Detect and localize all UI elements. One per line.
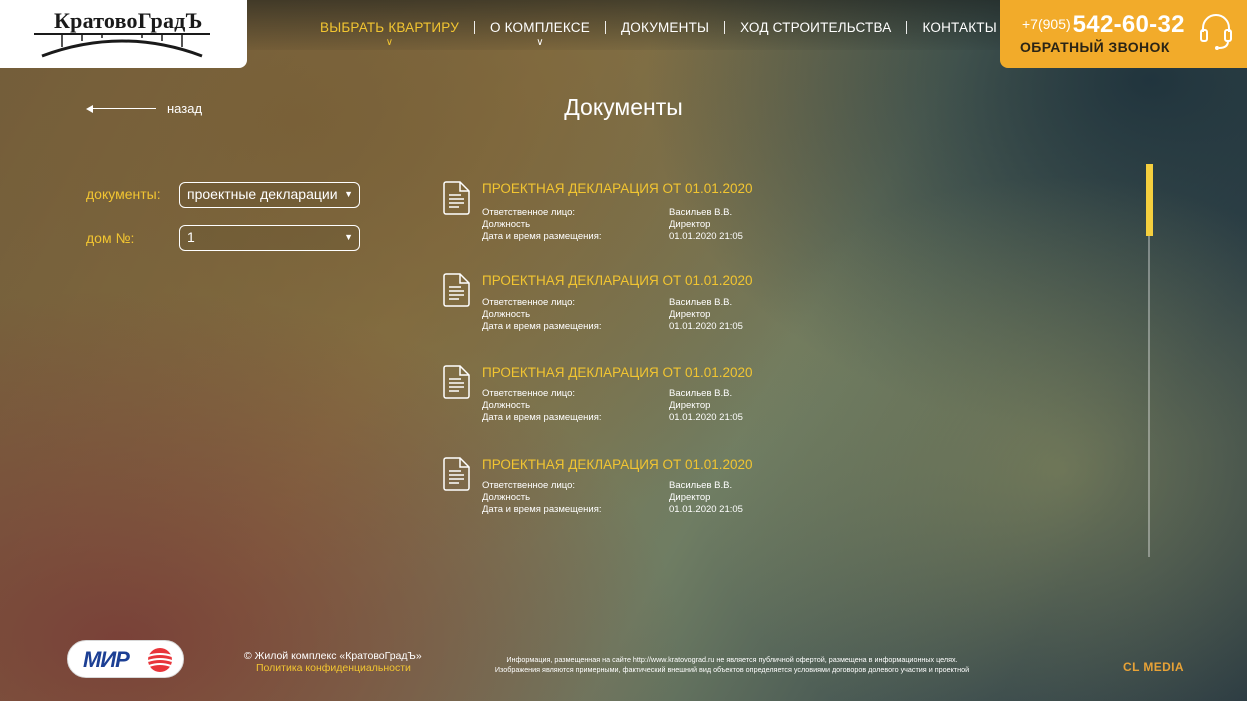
posted-date-label: Дата и время размещения: — [482, 412, 602, 423]
house-number-value: 1 — [187, 229, 195, 245]
page-title: Документы — [564, 94, 683, 120]
privacy-policy-link[interactable]: Политика конфиденциальности — [256, 662, 411, 674]
developer-link[interactable]: CL MEDIA — [1123, 660, 1184, 674]
position-value: Директор — [669, 492, 711, 503]
responsible-value: Васильев В.В. — [669, 388, 733, 399]
position-value: Директор — [669, 219, 711, 230]
mir-globe-icon — [147, 648, 173, 672]
document-icon[interactable] — [443, 365, 470, 399]
document-title-link[interactable]: ПРОЕКТНАЯ ДЕКЛАРАЦИЯ ОТ 01.01.2020 — [482, 181, 753, 196]
responsible-value: Васильев В.В. — [669, 297, 733, 308]
document-item: ПРОЕКТНАЯ ДЕКЛАРАЦИЯ ОТ 01.01.2020 Ответ… — [443, 457, 863, 527]
site-logo[interactable]: КратовоГрадЪ — [0, 0, 247, 68]
documents-filter-label: документы: — [86, 186, 161, 202]
document-icon[interactable] — [443, 457, 470, 491]
document-title-link[interactable]: ПРОЕКТНАЯ ДЕКЛАРАЦИЯ ОТ 01.01.2020 — [482, 365, 753, 380]
responsible-label: Ответственное лицо: — [482, 207, 576, 218]
nav-item-contacts[interactable]: Контакты — [907, 20, 1011, 35]
position-label: Должность — [482, 492, 531, 503]
disclaimer-line: Изображения являются примерными, фактиче… — [494, 664, 970, 674]
document-title-link[interactable]: ПРОЕКТНАЯ ДЕКЛАРАЦИЯ ОТ 01.01.2020 — [482, 457, 753, 472]
nav-item-label: Контакты — [922, 19, 997, 35]
posted-date-label: Дата и время размещения: — [482, 504, 602, 515]
responsible-value: Васильев В.В. — [669, 480, 733, 491]
house-number-select[interactable]: 1 ▼ — [179, 225, 360, 251]
position-label: Должность — [482, 400, 531, 411]
document-title-link[interactable]: ПРОЕКТНАЯ ДЕКЛАРАЦИЯ ОТ 01.01.2020 — [482, 273, 753, 288]
main-nav: Выбрать квартиру ∨ О комплексе ∨ Докумен… — [305, 17, 1012, 48]
phone-number[interactable]: +7(905)542-60-32 — [1022, 11, 1185, 39]
documents-type-select[interactable]: проектные декларации ▼ — [179, 182, 360, 208]
position-value: Директор — [669, 400, 711, 411]
nav-item-label: Документы — [620, 19, 710, 35]
posted-date-value: 01.01.2020 21:05 — [669, 504, 743, 515]
document-item: ПРОЕКТНАЯ ДЕКЛАРАЦИЯ ОТ 01.01.2020 Ответ… — [443, 365, 863, 435]
nav-item-label: Выбрать квартиру — [320, 19, 459, 35]
nav-item-construction[interactable]: Ход строительства — [725, 20, 906, 35]
posted-date-value: 01.01.2020 21:05 — [669, 231, 743, 242]
dropdown-arrow-icon: ▼ — [344, 189, 353, 199]
position-label: Должность — [482, 309, 531, 320]
nav-item-label: О комплексе — [489, 19, 590, 35]
document-item: ПРОЕКТНАЯ ДЕКЛАРАЦИЯ ОТ 01.01.2020 Ответ… — [443, 181, 863, 251]
disclaimer: Информация, размещенная на сайте http://… — [472, 655, 992, 674]
document-icon[interactable] — [443, 273, 470, 307]
posted-date-value: 01.01.2020 21:05 — [669, 412, 743, 423]
nav-item-about[interactable]: О комплексе ∨ — [475, 19, 605, 48]
responsible-label: Ответственное лицо: — [482, 388, 576, 399]
mir-logo-text: МИР — [83, 647, 130, 672]
responsible-label: Ответственное лицо: — [482, 480, 576, 491]
position-label: Должность — [482, 219, 531, 230]
nav-item-label: Ход строительства — [740, 19, 892, 35]
nav-item-choose-apartment[interactable]: Выбрать квартиру ∨ — [305, 19, 474, 48]
posted-date-label: Дата и время размещения: — [482, 231, 602, 242]
documents-type-value: проектные декларации — [187, 186, 338, 202]
headset-icon — [1200, 14, 1232, 50]
phone-code: +7(905) — [1022, 16, 1071, 32]
dropdown-arrow-icon: ▼ — [344, 232, 353, 242]
chevron-down-icon: ∨ — [536, 36, 544, 48]
responsible-label: Ответственное лицо: — [482, 297, 576, 308]
mir-logo[interactable]: МИР — [67, 640, 184, 678]
phone-digits: 542-60-32 — [1072, 11, 1185, 38]
posted-date-value: 01.01.2020 21:05 — [669, 321, 743, 332]
scrollbar-thumb[interactable] — [1146, 164, 1153, 236]
document-item: ПРОЕКТНАЯ ДЕКЛАРАЦИЯ ОТ 01.01.2020 Ответ… — [443, 273, 863, 343]
house-filter-label: дом №: — [86, 230, 135, 246]
nav-item-documents[interactable]: Документы — [606, 20, 724, 35]
copyright-text: © Жилой комплекс «КратовоГрадЪ» — [244, 650, 422, 662]
document-icon[interactable] — [443, 181, 470, 215]
position-value: Директор — [669, 309, 711, 320]
responsible-value: Васильев В.В. — [669, 207, 733, 218]
callback-box[interactable]: +7(905)542-60-32 Обратный звонок — [1000, 0, 1247, 68]
posted-date-label: Дата и время размещения: — [482, 321, 602, 332]
bridge-icon — [34, 33, 210, 58]
callback-button[interactable]: Обратный звонок — [1020, 39, 1170, 55]
disclaimer-line: Информация, размещенная на сайте http://… — [506, 655, 958, 664]
chevron-down-icon: ∨ — [385, 36, 394, 48]
